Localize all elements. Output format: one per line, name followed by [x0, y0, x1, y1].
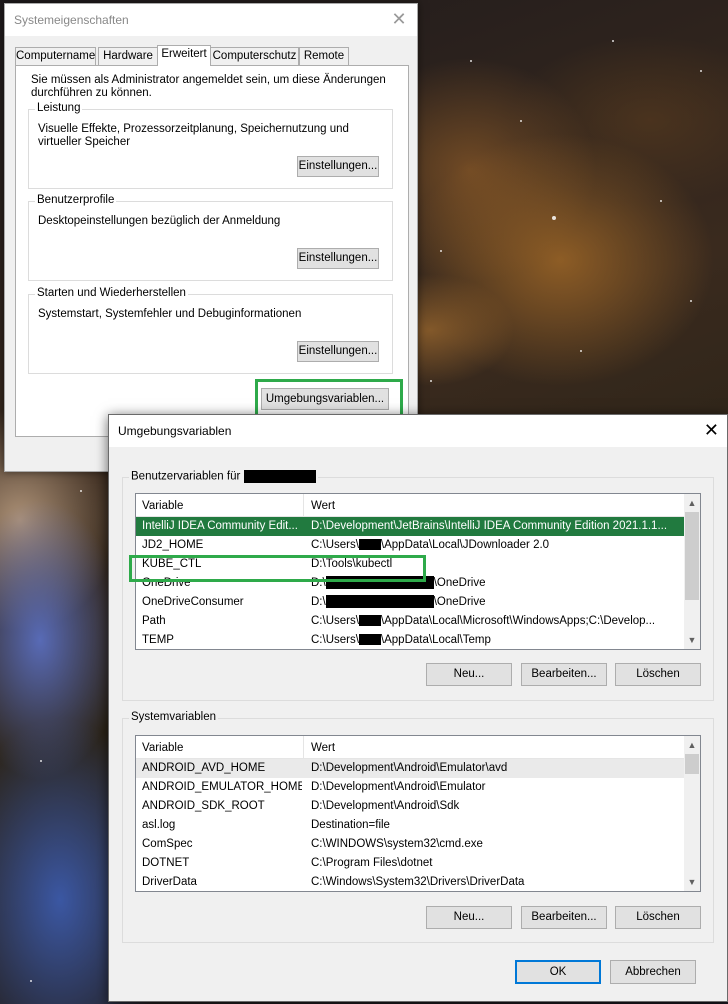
table-row[interactable]: ANDROID_SDK_ROOT D:\Development\Android\… — [136, 797, 684, 816]
system-variables-list[interactable]: Variable Wert ANDROID_AVD_HOME D:\Develo… — [135, 735, 701, 892]
group-description: Desktopeinstellungen bezüglich der Anmel… — [38, 215, 281, 227]
scrollbar-thumb[interactable] — [685, 512, 699, 600]
tab-remote[interactable]: Remote — [299, 47, 349, 65]
group-leistung: Leistung Visuelle Effekte, Prozessorzeit… — [28, 102, 393, 189]
chevron-down-icon[interactable]: ▼ — [687, 635, 697, 645]
redacted-username — [243, 470, 316, 483]
user-edit-button[interactable]: Bearbeiten... — [521, 663, 607, 686]
user-profiles-settings-button[interactable]: Einstellungen... — [297, 248, 379, 269]
system-new-button[interactable]: Neu... — [426, 906, 512, 929]
table-row[interactable]: DOTNET C:\Program Files\dotnet — [136, 854, 684, 873]
chevron-up-icon[interactable]: ▲ — [687, 740, 697, 750]
chevron-up-icon[interactable]: ▲ — [687, 498, 697, 508]
environment-variables-button[interactable]: Umgebungsvariablen... — [261, 388, 389, 410]
group-title: Leistung — [35, 102, 83, 114]
user-delete-button[interactable]: Löschen — [615, 663, 701, 686]
group-description: Visuelle Effekte, Prozessorzeitplanung, … — [38, 123, 349, 148]
list-header: Variable Wert — [136, 736, 684, 759]
ok-button[interactable]: OK — [515, 960, 601, 984]
user-list-scrollbar[interactable]: ▲ ▼ — [684, 494, 700, 649]
column-header-variable[interactable]: Variable — [136, 736, 304, 758]
table-row[interactable]: asl.log Destination=file — [136, 816, 684, 835]
group-title: Starten und Wiederherstellen — [35, 287, 188, 299]
highlight-box — [129, 555, 426, 582]
system-properties-titlebar[interactable]: Systemeigenschaften ✕ — [5, 4, 417, 36]
table-row[interactable]: OneDriveConsumer D:\ \OneDrive — [136, 593, 684, 612]
tab-panel-erweitert: Sie müssen als Administrator angemeldet … — [15, 65, 409, 437]
system-edit-button[interactable]: Bearbeiten... — [521, 906, 607, 929]
table-row[interactable]: TEMP C:\Users\ \AppData\Local\Temp — [136, 631, 684, 649]
startup-recovery-settings-button[interactable]: Einstellungen... — [297, 341, 379, 362]
column-header-variable[interactable]: Variable — [136, 494, 304, 516]
close-icon[interactable]: ✕ — [387, 8, 411, 32]
redacted-text — [358, 634, 381, 646]
system-variables-section: Systemvariablen Variable Wert ANDROID_AV… — [122, 711, 714, 943]
group-description: Systemstart, Systemfehler und Debuginfor… — [38, 308, 302, 320]
tab-computerschutz[interactable]: Computerschutz — [210, 47, 299, 65]
column-header-value[interactable]: Wert — [304, 494, 335, 516]
list-header: Variable Wert — [136, 494, 684, 517]
tab-hardware[interactable]: Hardware — [98, 47, 158, 65]
table-row[interactable]: DriverData C:\Windows\System32\Drivers\D… — [136, 873, 684, 891]
system-properties-window: Systemeigenschaften ✕ Computername Hardw… — [4, 3, 418, 472]
group-benutzerprofile: Benutzerprofile Desktopeinstellungen bez… — [28, 194, 393, 281]
tab-erweitert[interactable]: Erweitert — [157, 45, 211, 66]
redacted-text — [358, 615, 381, 627]
group-starten-wiederherstellen: Starten und Wiederherstellen Systemstart… — [28, 287, 393, 374]
environment-variables-dialog: Umgebungsvariablen ✕ Benutzervariablen f… — [108, 414, 728, 1002]
redacted-text — [325, 595, 434, 609]
window-title: Systemeigenschaften — [14, 13, 129, 27]
user-new-button[interactable]: Neu... — [426, 663, 512, 686]
chevron-down-icon[interactable]: ▼ — [687, 877, 697, 887]
user-variables-label: Benutzervariablen für — [129, 470, 318, 483]
env-dialog-titlebar[interactable]: Umgebungsvariablen ✕ — [109, 415, 727, 447]
table-row[interactable]: ComSpec C:\WINDOWS\system32\cmd.exe — [136, 835, 684, 854]
table-row[interactable]: JD2_HOME C:\Users\ \AppData\Local\JDownlo… — [136, 536, 684, 555]
group-title: Benutzerprofile — [35, 194, 117, 206]
table-row[interactable]: IntelliJ IDEA Community Edit... D:\Devel… — [136, 517, 684, 536]
table-row[interactable]: ANDROID_AVD_HOME D:\Development\Android\… — [136, 759, 684, 778]
system-variables-label: Systemvariablen — [129, 711, 219, 723]
redacted-text — [358, 539, 381, 551]
close-icon[interactable]: ✕ — [704, 419, 719, 441]
admin-notice: Sie müssen als Administrator angemeldet … — [31, 74, 386, 99]
table-row[interactable]: Path C:\Users\ \AppData\Local\Microsoft\W… — [136, 612, 684, 631]
system-list-scrollbar[interactable]: ▲ ▼ — [684, 736, 700, 891]
cancel-button[interactable]: Abbrechen — [610, 960, 696, 984]
system-delete-button[interactable]: Löschen — [615, 906, 701, 929]
scrollbar-thumb[interactable] — [685, 754, 699, 774]
column-header-value[interactable]: Wert — [304, 736, 335, 758]
table-row[interactable]: ANDROID_EMULATOR_HOME D:\Development\And… — [136, 778, 684, 797]
tab-computername[interactable]: Computername — [15, 47, 96, 65]
performance-settings-button[interactable]: Einstellungen... — [297, 156, 379, 177]
user-variables-section: Benutzervariablen für Variable Wert Inte… — [122, 470, 714, 701]
dialog-title: Umgebungsvariablen — [118, 424, 232, 438]
